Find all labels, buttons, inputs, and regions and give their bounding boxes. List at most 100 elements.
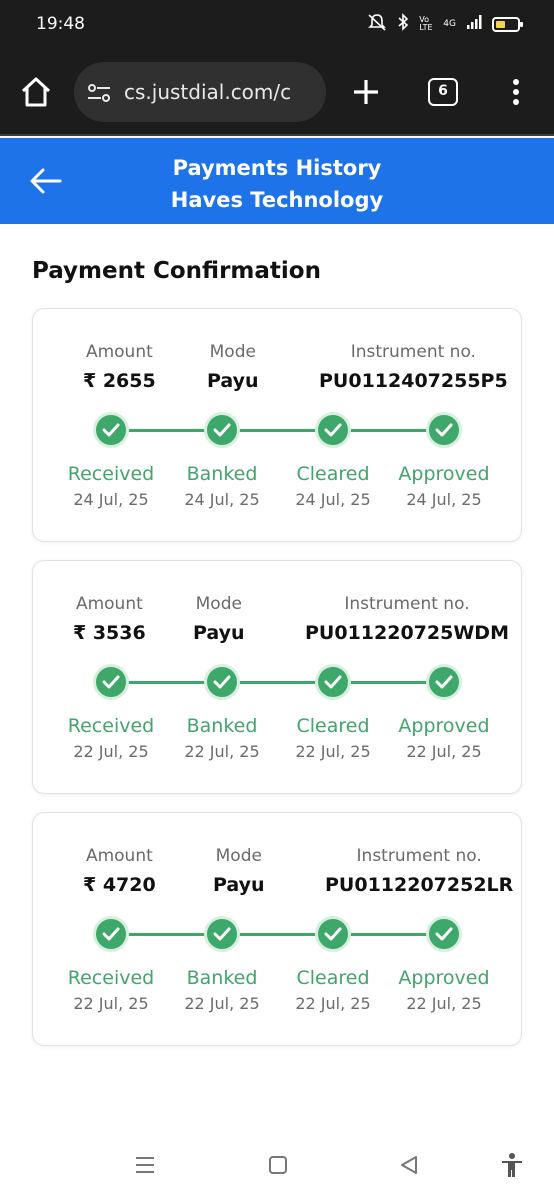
check-circle-icon bbox=[426, 916, 462, 952]
instrument-column: Instrument no. PU0112207252LR bbox=[325, 845, 513, 897]
status-bar: 19:48 Vo LTE 4G bbox=[0, 0, 554, 46]
address-bar[interactable]: cs.justdial.com/c bbox=[74, 62, 326, 122]
step-date: 22 Jul, 25 bbox=[295, 994, 371, 1013]
mode-column: Mode Payu bbox=[193, 593, 245, 645]
step-name: Banked bbox=[186, 967, 258, 989]
status-icons: Vo LTE 4G bbox=[367, 13, 523, 35]
amount-label: Amount bbox=[85, 342, 153, 362]
step-date: 24 Jul, 25 bbox=[184, 490, 260, 509]
amount-value: ₹ 4720 bbox=[83, 874, 156, 896]
step-name: Approved bbox=[398, 463, 490, 485]
instrument-value: PU0112407255P5 bbox=[319, 370, 508, 392]
back-triangle-icon bbox=[401, 1156, 417, 1174]
mute-icon bbox=[367, 13, 387, 35]
instrument-value: PU0112207252LR bbox=[325, 874, 514, 896]
mode-value: Payu bbox=[207, 370, 259, 392]
payment-card: Amount ₹ 4720 Mode Payu Instrument no. PU0112… bbox=[32, 812, 522, 1046]
instrument-column: Instrument no. PU011220725WDM bbox=[305, 593, 509, 645]
site-settings-icon[interactable] bbox=[86, 80, 112, 106]
instrument-label: Instrument no. bbox=[356, 846, 482, 866]
more-menu-button[interactable] bbox=[505, 76, 527, 108]
instrument-column: Instrument no. PU0112407255P5 bbox=[319, 341, 508, 393]
mode-value: Payu bbox=[193, 622, 245, 644]
step-name: Cleared bbox=[296, 967, 370, 989]
step-name: Approved bbox=[398, 715, 490, 737]
signal-icon bbox=[466, 14, 482, 34]
step-date: 22 Jul, 25 bbox=[295, 742, 371, 761]
check-circle-icon bbox=[426, 412, 462, 448]
step-name: Received bbox=[67, 967, 155, 989]
accessibility-button[interactable] bbox=[500, 1152, 524, 1182]
step-date: 24 Jul, 25 bbox=[295, 490, 371, 509]
amount-value: ₹ 2655 bbox=[83, 370, 156, 392]
browser-toolbar: cs.justdial.com/c 6 bbox=[0, 46, 554, 136]
app-header: Payments History Haves Technology bbox=[0, 138, 554, 224]
step-name: Banked bbox=[186, 715, 258, 737]
step-name: Cleared bbox=[296, 463, 370, 485]
instrument-label: Instrument no. bbox=[344, 594, 470, 614]
bluetooth-icon bbox=[397, 13, 409, 35]
payment-card: Amount ₹ 2655 Mode Payu Instrument no. PU0112… bbox=[32, 308, 522, 542]
step-date: 22 Jul, 25 bbox=[406, 742, 482, 761]
home-nav-button[interactable] bbox=[267, 1154, 289, 1180]
amount-column: Amount ₹ 2655 bbox=[83, 341, 156, 393]
step-name: Approved bbox=[398, 967, 490, 989]
step-date: 22 Jul, 25 bbox=[73, 994, 149, 1013]
check-circle-icon bbox=[315, 412, 351, 448]
step-name: Received bbox=[67, 715, 155, 737]
url-text: cs.justdial.com/c bbox=[124, 80, 292, 104]
check-circle-icon bbox=[315, 916, 351, 952]
mode-label: Mode bbox=[215, 846, 262, 866]
amount-column: Amount ₹ 4720 bbox=[83, 845, 156, 897]
home-button[interactable] bbox=[18, 74, 54, 110]
step-date: 24 Jul, 25 bbox=[406, 490, 482, 509]
payment-card: Amount ₹ 3536 Mode Payu Instrument no. PU0112… bbox=[32, 560, 522, 794]
volte-icon: Vo LTE bbox=[419, 15, 433, 32]
new-tab-button[interactable] bbox=[350, 76, 382, 108]
step-name: Received bbox=[67, 463, 155, 485]
step-name: Banked bbox=[186, 463, 258, 485]
more-vert-icon bbox=[513, 79, 519, 105]
accessibility-icon bbox=[502, 1153, 522, 1177]
amount-label: Amount bbox=[75, 594, 143, 614]
amount-column: Amount ₹ 3536 bbox=[73, 593, 146, 645]
step-date: 22 Jul, 25 bbox=[406, 994, 482, 1013]
check-circle-icon bbox=[315, 664, 351, 700]
tab-switcher-button[interactable]: 6 bbox=[428, 78, 458, 106]
instrument-value: PU011220725WDM bbox=[305, 622, 509, 644]
battery-icon bbox=[492, 16, 523, 32]
plus-icon bbox=[354, 80, 378, 104]
page-title-line1: Payments History bbox=[172, 156, 382, 180]
system-nav-bar bbox=[0, 1140, 554, 1200]
step-date: 24 Jul, 25 bbox=[73, 490, 149, 509]
back-nav-button[interactable] bbox=[398, 1154, 420, 1180]
mode-label: Mode bbox=[195, 594, 242, 614]
mode-column: Mode Payu bbox=[213, 845, 265, 897]
check-circle-icon bbox=[426, 664, 462, 700]
step-name: Cleared bbox=[296, 715, 370, 737]
step-date: 22 Jul, 25 bbox=[73, 742, 149, 761]
recents-icon bbox=[136, 1157, 154, 1173]
section-title: Payment Confirmation bbox=[32, 258, 321, 284]
mode-value: Payu bbox=[213, 874, 265, 896]
recents-button[interactable] bbox=[134, 1154, 156, 1180]
status-track-line bbox=[111, 933, 444, 936]
check-circle-icon bbox=[93, 916, 129, 952]
network-label: 4G bbox=[443, 19, 456, 29]
mode-column: Mode Payu bbox=[207, 341, 259, 393]
amount-label: Amount bbox=[85, 846, 153, 866]
instrument-label: Instrument no. bbox=[350, 342, 476, 362]
page-title-line2: Haves Technology bbox=[170, 188, 384, 212]
check-circle-icon bbox=[204, 664, 240, 700]
check-circle-icon bbox=[93, 412, 129, 448]
status-track-line bbox=[111, 681, 444, 684]
battery-fill bbox=[496, 20, 505, 28]
check-circle-icon bbox=[204, 412, 240, 448]
step-date: 22 Jul, 25 bbox=[184, 742, 260, 761]
amount-value: ₹ 3536 bbox=[73, 622, 146, 644]
check-circle-icon bbox=[204, 916, 240, 952]
check-circle-icon bbox=[93, 664, 129, 700]
home-icon bbox=[21, 77, 51, 107]
home-square-icon bbox=[269, 1156, 287, 1174]
mode-label: Mode bbox=[209, 342, 256, 362]
